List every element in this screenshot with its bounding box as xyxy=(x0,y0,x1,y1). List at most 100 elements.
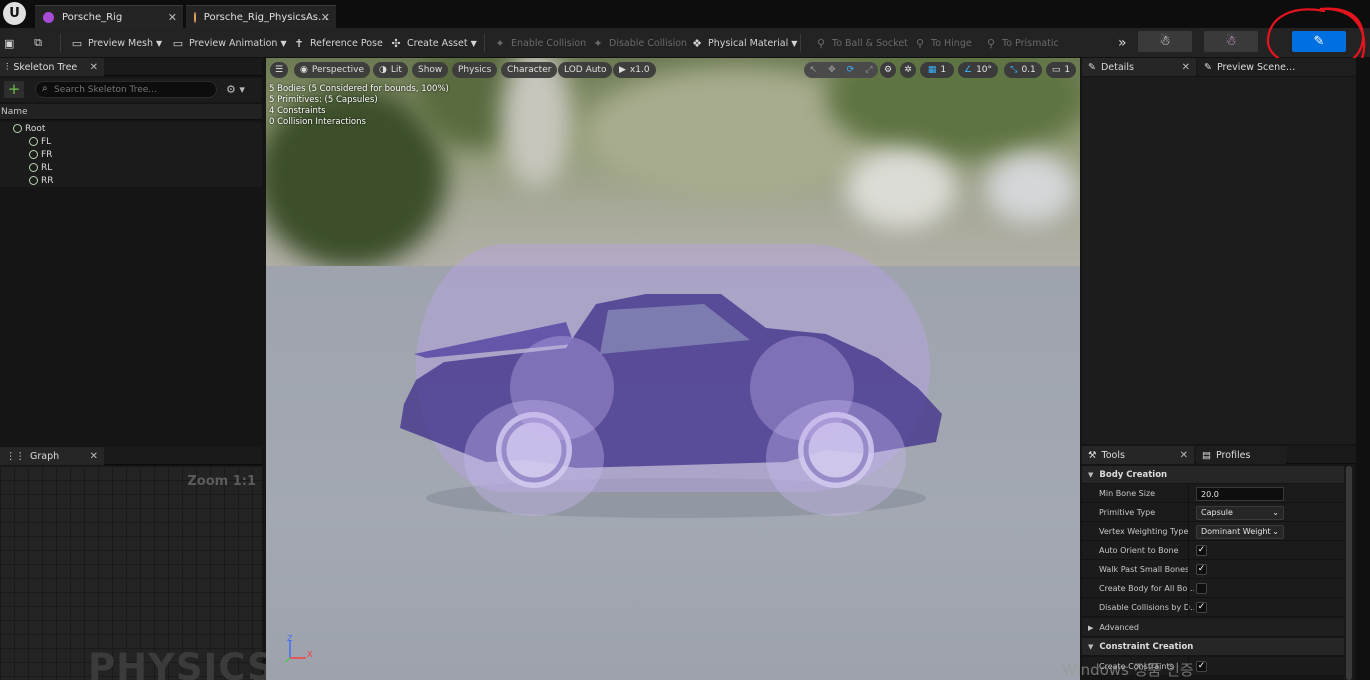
surface-snap-icon[interactable]: ✲ xyxy=(900,62,916,78)
tab-graph[interactable]: ⋮⋮ Graph ✕ xyxy=(0,447,104,465)
bone-name: FR xyxy=(41,149,53,160)
bone-name: FL xyxy=(41,136,52,147)
tab-porsche-rig[interactable]: Porsche_Rig ✕ xyxy=(35,5,183,28)
section-title: Constraint Creation xyxy=(1099,641,1194,652)
unreal-logo-icon[interactable]: U xyxy=(3,2,26,25)
viewport[interactable]: ☰ ◉ Perspective ◑ Lit Show Physics Charact… xyxy=(266,58,1080,680)
physics-button[interactable]: Physics xyxy=(452,62,498,78)
grid-icon: ▦ xyxy=(927,65,937,75)
perspective-button[interactable]: ◉ Perspective xyxy=(294,62,370,78)
close-icon[interactable]: ✕ xyxy=(90,62,98,73)
section-advanced[interactable]: ▶ Advanced xyxy=(1082,618,1344,637)
close-icon[interactable]: ✕ xyxy=(168,11,177,24)
min-bone-size-input[interactable] xyxy=(1196,487,1284,501)
stat-line: 4 Constraints xyxy=(269,106,326,116)
vertex-weighting-dropdown[interactable]: Dominant Weight ⌄ xyxy=(1196,525,1284,539)
bone-row[interactable]: RR xyxy=(0,174,262,187)
skeleton-search-input[interactable] xyxy=(35,81,217,98)
prismatic-icon: ⚲ xyxy=(986,36,996,50)
world-space-icon[interactable]: ⚙ xyxy=(880,62,896,78)
skeletal-mesh-icon: ☃ xyxy=(1225,34,1237,49)
property-label: Create Body for All Bo… xyxy=(1099,584,1194,593)
skeleton-icon: ☃ xyxy=(1159,34,1171,49)
tab-details[interactable]: ✎ Details ✕ xyxy=(1082,58,1196,76)
add-icon[interactable]: + xyxy=(4,81,24,98)
enable-collision-button[interactable]: ✦ Enable Collision xyxy=(489,31,590,55)
tab-skeleton-tree[interactable]: ⫶ Skeleton Tree ✕ xyxy=(0,58,104,76)
walk-past-small-bones-checkbox[interactable]: ✓ xyxy=(1196,564,1207,575)
translate-icon[interactable]: ✥ xyxy=(828,65,836,75)
perspective-label: Perspective xyxy=(311,65,364,75)
auto-orient-checkbox[interactable]: ✓ xyxy=(1196,545,1207,556)
rotate-icon[interactable]: ⟳ xyxy=(847,65,855,75)
section-constraint-creation[interactable]: ▼ Constraint Creation xyxy=(1082,638,1344,655)
property-label: Vertex Weighting Type xyxy=(1099,527,1189,536)
graph-icon: ⋮⋮ xyxy=(6,450,25,462)
scale-snap-button[interactable]: ⤡ 0.1 xyxy=(1004,62,1042,78)
close-icon[interactable]: ✕ xyxy=(1180,450,1188,461)
physics-mode-button[interactable]: ✎ xyxy=(1292,31,1346,52)
graph-canvas[interactable]: Zoom 1:1 PHYSICS xyxy=(0,466,274,680)
close-icon[interactable]: ✕ xyxy=(90,451,98,462)
to-ball-socket-button[interactable]: ⚲ To Ball & Socket xyxy=(810,31,912,55)
skeleton-tree-panel: ⫶ Skeleton Tree ✕ + ⌕ ⚙ ▾ Name Root FL F… xyxy=(0,58,262,444)
disable-collisions-checkbox[interactable]: ✓ xyxy=(1196,602,1207,613)
scale-icon[interactable]: ⤢ xyxy=(865,65,872,75)
right-scroll-strip xyxy=(1356,58,1370,680)
tab-profiles[interactable]: ▤ Profiles xyxy=(1196,446,1286,464)
character-button[interactable]: Character xyxy=(501,62,558,78)
bone-row[interactable]: RL xyxy=(0,161,262,174)
bone-row[interactable]: Root xyxy=(0,122,262,135)
toolbar-overflow-button[interactable]: » xyxy=(1114,31,1131,55)
browse-icon[interactable]: ⧉ xyxy=(28,31,52,55)
playback-speed-button[interactable]: ▶ x1.0 xyxy=(613,62,656,78)
main-toolbar: ▣ ⧉ ▭ Preview Mesh ▼ ▭ Preview Animation ▼… xyxy=(0,28,1370,58)
physics-asset-preview[interactable] xyxy=(266,58,1080,680)
disable-collision-label: Disable Collision xyxy=(609,37,688,49)
mesh-mode-button[interactable]: ☃ xyxy=(1204,31,1258,52)
skeleton-mode-button[interactable]: ☃ xyxy=(1138,31,1192,52)
stat-line: 5 Bodies (5 Considered for bounds, 100%) xyxy=(269,84,449,94)
create-body-for-all-bones-checkbox[interactable] xyxy=(1196,583,1207,594)
camera-icon: ▭ xyxy=(1051,65,1061,75)
tab-tools[interactable]: ⚒ Tools ✕ xyxy=(1082,446,1194,464)
tab-label: Graph xyxy=(30,450,60,462)
grid-snap-button[interactable]: ▦ 1 xyxy=(920,62,954,78)
to-prismatic-button[interactable]: ⚲ To Prismatic xyxy=(980,31,1063,55)
bone-name: RR xyxy=(41,175,54,186)
tab-porsche-rig-physics-asset[interactable]: Porsche_Rig_PhysicsAs… ✕ xyxy=(186,5,336,28)
bone-icon: ⫶ xyxy=(6,61,9,73)
lit-button[interactable]: ◑ Lit xyxy=(373,62,408,78)
camera-speed-button[interactable]: ▭ 1 xyxy=(1046,62,1076,78)
close-icon[interactable]: ✕ xyxy=(321,11,330,24)
reference-pose-button[interactable]: ✝ Reference Pose xyxy=(288,31,387,55)
create-constraints-checkbox[interactable]: ✓ xyxy=(1196,661,1207,672)
show-button[interactable]: Show xyxy=(412,62,449,78)
bone-row[interactable]: FL xyxy=(0,135,262,148)
bone-icon xyxy=(29,137,38,146)
lod-button[interactable]: LOD Auto xyxy=(558,62,613,78)
disable-collision-button[interactable]: ✦ Disable Collision xyxy=(587,31,691,55)
preview-animation-button[interactable]: ▭ Preview Animation ▼ xyxy=(167,31,291,55)
hamburger-menu-icon[interactable]: ☰ xyxy=(270,62,288,78)
save-icon[interactable]: ▣ xyxy=(0,31,20,55)
advanced-label: Advanced xyxy=(1099,623,1139,632)
skeleton-search-row: + ⌕ ⚙ ▾ xyxy=(0,78,262,102)
create-asset-button[interactable]: ✣ Create Asset ▼ xyxy=(385,31,481,55)
to-hinge-button[interactable]: ⚲ To Hinge xyxy=(909,31,976,55)
document-tab-bar: U Porsche_Rig ✕ Porsche_Rig_PhysicsAs… ✕ xyxy=(0,0,1370,28)
preview-mesh-button[interactable]: ▭ Preview Mesh ▼ xyxy=(66,31,166,55)
bone-row[interactable]: FR xyxy=(0,148,262,161)
angle-value: 10° xyxy=(976,65,993,75)
section-body-creation[interactable]: ▼ Body Creation xyxy=(1082,466,1344,483)
stat-line: 0 Collision Interactions xyxy=(269,117,366,127)
tools-scrollbar-thumb[interactable] xyxy=(1346,466,1352,680)
physical-material-button[interactable]: ❖ Physical Material ▼ xyxy=(686,31,801,55)
angle-snap-button[interactable]: ∠ 10° xyxy=(958,62,998,78)
primitive-type-dropdown[interactable]: Capsule ⌄ xyxy=(1196,506,1284,520)
tab-preview-scene[interactable]: ✎ Preview Scene… xyxy=(1198,58,1356,76)
select-icon[interactable]: ↖ xyxy=(810,65,818,75)
gear-icon[interactable]: ⚙ ▾ xyxy=(226,83,245,96)
chevron-down-icon: ⌄ xyxy=(1272,508,1279,517)
close-icon[interactable]: ✕ xyxy=(1182,62,1190,73)
